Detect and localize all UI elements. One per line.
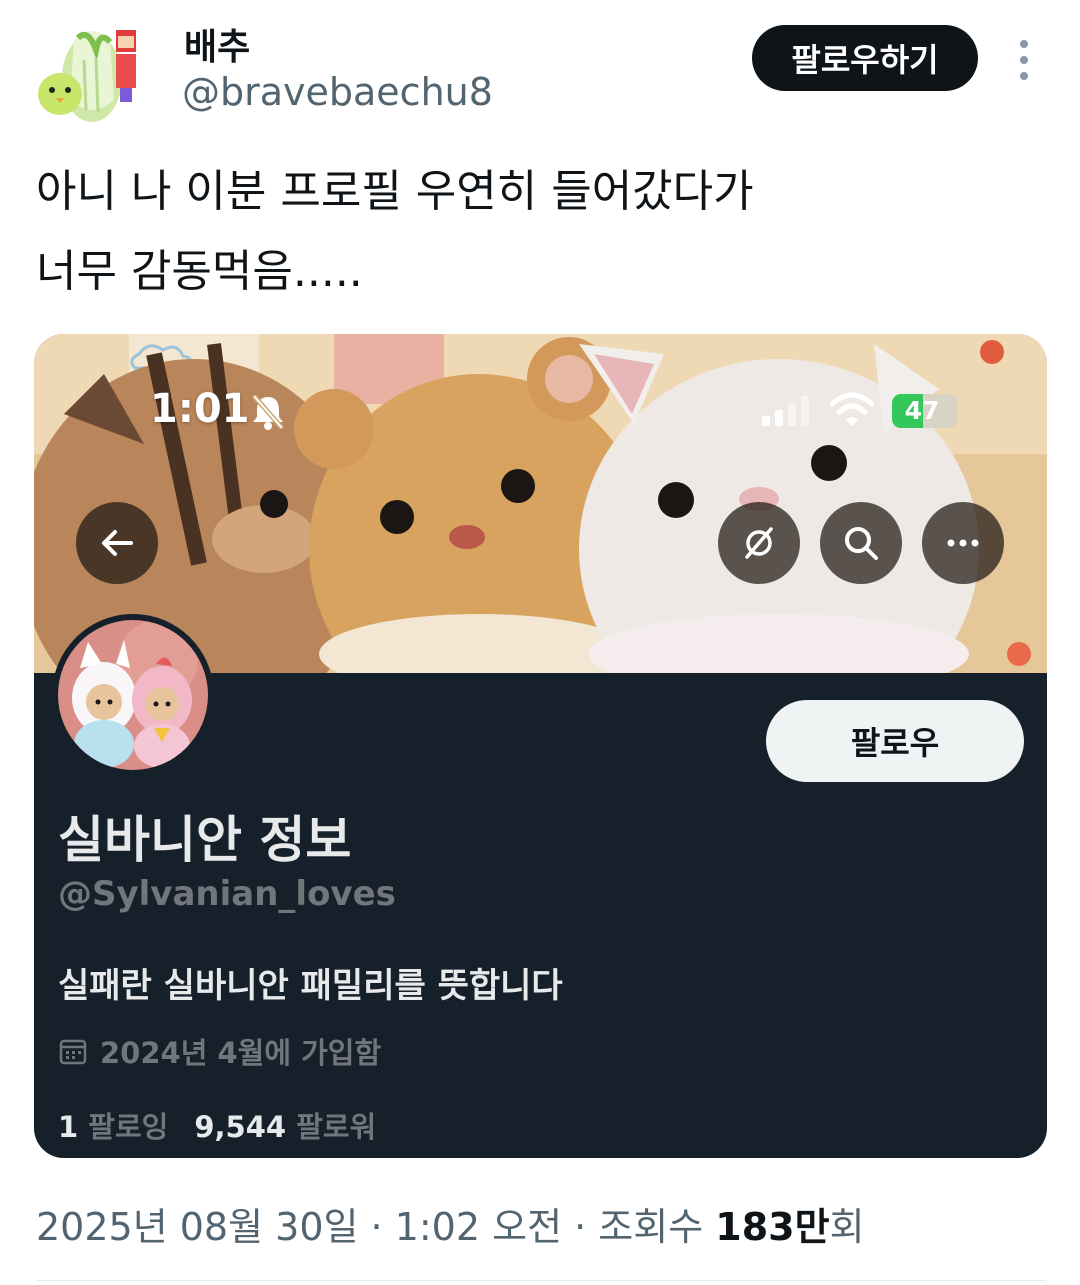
tweet-text: 아니 나 이분 프로필 우연히 들어갔다가 너무 감동먹음..... (36, 152, 754, 312)
author-avatar[interactable] (34, 20, 146, 124)
profile-bio: 실패란 실바니안 패밀리를 뜻합니다 (58, 966, 563, 1006)
more-vertical-icon[interactable] (1014, 40, 1034, 80)
follow-button[interactable]: 팔로우하기 (752, 25, 978, 91)
status-time: 1:01 (150, 386, 250, 432)
tweet-text-line: 아니 나 이분 프로필 우연히 들어갔다가 (36, 166, 754, 217)
followers-count: 9,544 (194, 1110, 287, 1144)
tweet-time[interactable]: 1:02 오전 (395, 1205, 562, 1249)
calendar-icon (59, 1039, 87, 1065)
author-name[interactable]: 배추 (184, 18, 250, 70)
profile-stats: 1 팔로잉 9,544 팔로워 (58, 1104, 376, 1146)
search-button[interactable] (820, 502, 902, 584)
profile-joined: 2024년 4월에 가입함 (58, 1030, 381, 1072)
back-button[interactable] (76, 502, 158, 584)
tweet-meta: 2025년 08월 30일 · 1:02 오전 · 조회수 183만회 (36, 1196, 865, 1251)
arrow-left-icon (102, 530, 133, 556)
views-label: 조회수 (598, 1205, 716, 1249)
profile-banner-image (34, 334, 1047, 673)
more-options-button[interactable] (922, 502, 1004, 584)
battery-indicator: 47 (892, 394, 958, 428)
followers-stat[interactable]: 9,544 팔로워 (194, 1104, 376, 1146)
tweet-date[interactable]: 2025년 08월 30일 (36, 1205, 358, 1249)
battery-level: 47 (904, 396, 940, 425)
translate-button[interactable] (718, 502, 800, 584)
profile-follow-button[interactable]: 팔로우 (766, 700, 1024, 782)
more-horizontal-icon (947, 539, 979, 547)
followers-label: 팔로워 (296, 1110, 377, 1144)
following-label: 팔로잉 (88, 1110, 169, 1144)
translate-icon (745, 527, 773, 559)
wifi-icon (830, 392, 874, 426)
bell-muted-icon (252, 394, 284, 430)
profile-name: 실바니안 정보 (58, 811, 352, 869)
following-count: 1 (58, 1110, 79, 1144)
following-stat[interactable]: 1 팔로잉 (58, 1104, 168, 1146)
separator: · (358, 1205, 395, 1249)
joined-date-text: 2024년 4월에 가입함 (100, 1036, 382, 1070)
divider (36, 1280, 1046, 1281)
profile-avatar[interactable] (52, 614, 214, 776)
author-handle[interactable]: @bravebaechu8 (182, 70, 493, 114)
search-icon (845, 527, 878, 560)
attached-screenshot[interactable]: 1:01 47 팔로우 실바니안 정보 @Sylvanian_loves 실패란… (34, 334, 1047, 1158)
separator: · (562, 1205, 599, 1249)
profile-handle: @Sylvanian_loves (58, 874, 396, 914)
views-suffix: 회 (829, 1205, 865, 1249)
signal-icon (762, 396, 809, 426)
views-count[interactable]: 183만 (715, 1205, 829, 1249)
tweet-text-line: 너무 감동먹음..... (36, 246, 363, 297)
